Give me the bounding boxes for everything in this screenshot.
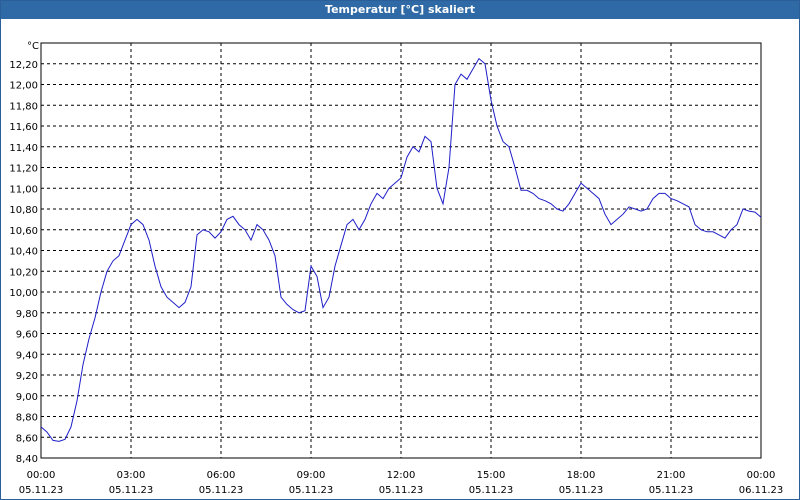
x-tick-time-label: 15:00: [477, 470, 506, 481]
y-tick-label: 10,40: [9, 247, 38, 258]
y-tick-label: 10,20: [9, 267, 38, 278]
y-tick-label: 10,60: [9, 226, 38, 237]
x-tick-date-label: 05.11.23: [559, 485, 604, 496]
x-tick-date-label: 05.11.23: [109, 485, 154, 496]
x-tick-date-label: 05.11.23: [289, 485, 334, 496]
y-tick-label: 9,00: [16, 392, 38, 403]
y-axis-unit-label: °C: [27, 41, 39, 52]
x-tick-date-label: 05.11.23: [379, 485, 424, 496]
y-tick-label: 9,80: [16, 309, 38, 320]
x-axis: 00:00 05.11.23 03:00 05.11.23 06:00 05.11.23 0…: [19, 470, 784, 496]
temperature-chart: 8,40 8,60 8,80 9,00 9,20 9,40 9,60 9,80 10,00 10,…: [9, 41, 784, 496]
x-tick-time-label: 00:00: [27, 470, 56, 481]
x-tick-time-label: 09:00: [297, 470, 326, 481]
y-tick-label: 11,40: [9, 143, 38, 154]
x-tick-time-label: 21:00: [657, 470, 686, 481]
x-tick-date-label: 05.11.23: [649, 485, 694, 496]
y-tick-label: 11,20: [9, 164, 38, 175]
grid: [41, 43, 761, 458]
y-tick-label: 8,60: [16, 433, 38, 444]
x-tick-time-label: 18:00: [567, 470, 596, 481]
y-tick-label: 11,80: [9, 101, 38, 112]
x-tick-date-label: 05.11.23: [469, 485, 514, 496]
x-tick-date-label: 05.11.23: [199, 485, 244, 496]
x-tick-date-label: 05.11.23: [19, 485, 64, 496]
y-tick-label: 12,00: [9, 81, 38, 92]
y-tick-label: 9,60: [16, 330, 38, 341]
x-tick-time-label: 12:00: [387, 470, 416, 481]
y-tick-label: 11,00: [9, 184, 38, 195]
y-tick-label: 9,20: [16, 371, 38, 382]
y-tick-label: 10,80: [9, 205, 38, 216]
x-tick-date-label: 06.11.23: [739, 485, 784, 496]
x-tick-time-label: 06:00: [207, 470, 236, 481]
y-tick-label: 8,40: [16, 454, 38, 465]
x-tick-time-label: 03:00: [117, 470, 146, 481]
y-tick-label: 9,40: [16, 350, 38, 361]
chart-window: Temperatur [°C] skaliert 8,40 8,60 8,80 9,0…: [0, 0, 800, 500]
y-tick-label: 8,80: [16, 413, 38, 424]
y-tick-label: 11,60: [9, 122, 38, 133]
x-tick-time-label: 00:00: [747, 470, 776, 481]
y-axis: 8,40 8,60 8,80 9,00 9,20 9,40 9,60 9,80 10,00 10,…: [9, 60, 38, 465]
y-tick-label: 10,00: [9, 288, 38, 299]
y-tick-label: 12,20: [9, 60, 38, 71]
